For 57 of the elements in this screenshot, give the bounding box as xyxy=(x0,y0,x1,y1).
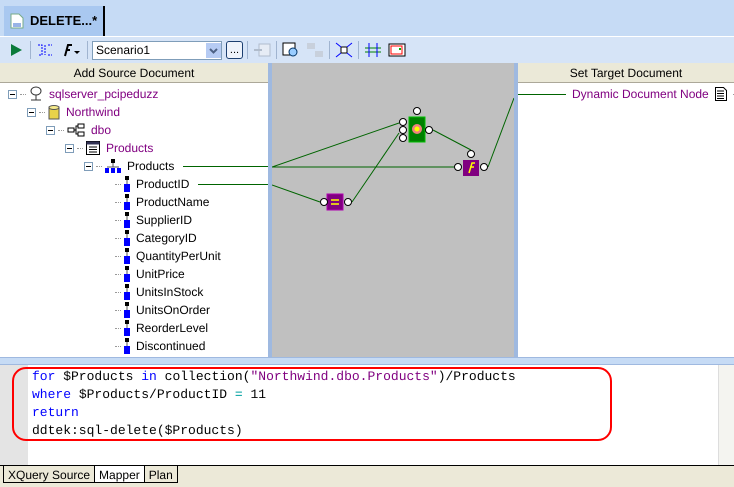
scenario-dropdown[interactable]: Scenario1 xyxy=(92,40,222,60)
document-icon xyxy=(714,87,727,101)
tree-label[interactable]: Northwind xyxy=(66,103,120,121)
equals-node xyxy=(320,194,352,210)
table-icon xyxy=(86,141,100,155)
tree-label[interactable]: CategoryID xyxy=(136,229,197,247)
element-icon xyxy=(105,159,121,173)
connector-line xyxy=(272,184,320,202)
function-node xyxy=(454,150,488,176)
tab-title: DELETE...* xyxy=(30,12,98,30)
column-header[interactable]: Set Target Document xyxy=(518,63,734,83)
connector-line xyxy=(488,98,514,168)
field-icon xyxy=(124,320,130,336)
field-icon xyxy=(124,248,130,264)
collapse-toggle[interactable] xyxy=(46,126,55,134)
collapse-toggle[interactable] xyxy=(8,90,17,98)
schema-icon xyxy=(67,123,85,137)
chevron-down-icon xyxy=(206,42,221,58)
tree-label[interactable]: dbo xyxy=(91,121,112,139)
database-icon xyxy=(48,104,60,120)
tree-label[interactable]: SupplierID xyxy=(136,211,192,229)
tree-label[interactable]: ProductID xyxy=(136,175,190,193)
tree-label[interactable]: Products xyxy=(127,157,174,175)
collapse-toggle[interactable] xyxy=(84,162,93,170)
field-icon xyxy=(124,194,130,210)
browse-button[interactable]: ... xyxy=(226,41,243,59)
tree-label[interactable]: QuantityPerUnit xyxy=(136,247,221,265)
scrollbar[interactable] xyxy=(718,365,734,465)
tree-label[interactable]: Dynamic Document Node xyxy=(572,85,709,103)
field-icon xyxy=(124,230,130,246)
field-icon xyxy=(124,284,130,300)
tree-label[interactable]: ProductName xyxy=(136,193,210,211)
collapse-toggle[interactable] xyxy=(27,108,36,116)
tree-label[interactable]: UnitPrice xyxy=(136,265,185,283)
bottom-tab[interactable]: Mapper xyxy=(94,466,145,483)
tree-label[interactable]: UnitsOnOrder xyxy=(136,301,210,319)
field-icon xyxy=(124,176,130,192)
tree-label[interactable]: ReorderLevel xyxy=(136,319,208,337)
field-icon xyxy=(124,302,130,318)
tree-label[interactable]: Products xyxy=(106,139,154,157)
bottom-tab[interactable]: Plan xyxy=(144,466,178,483)
column-header[interactable]: Add Source Document xyxy=(0,63,268,83)
field-icon xyxy=(124,212,130,228)
document-icon xyxy=(10,13,24,29)
tree-label[interactable]: sqlserver_pcipeduzz xyxy=(49,85,158,103)
fit-icon[interactable] xyxy=(334,40,354,60)
bottom-tab[interactable]: XQuery Source xyxy=(3,466,96,483)
document-tab[interactable]: DELETE...* xyxy=(4,6,106,36)
tree-label[interactable]: Discontinued xyxy=(136,337,206,355)
field-icon xyxy=(124,338,130,354)
collapse-toggle[interactable] xyxy=(65,144,74,152)
grid-icon[interactable] xyxy=(363,40,383,60)
field-icon xyxy=(124,266,130,282)
function-node xyxy=(399,107,433,142)
server-icon xyxy=(29,86,43,102)
connector-line xyxy=(432,130,472,150)
tree-label[interactable]: UnitsInStock xyxy=(136,283,204,301)
